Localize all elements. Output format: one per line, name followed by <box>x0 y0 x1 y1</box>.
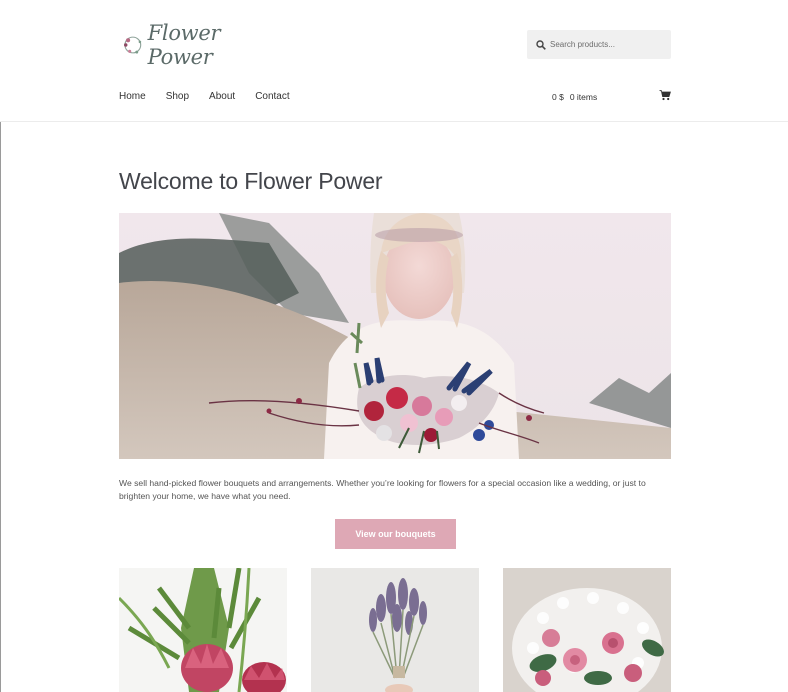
nav-item-shop[interactable]: Shop <box>166 91 189 102</box>
nav-item-contact[interactable]: Contact <box>255 91 289 102</box>
site-header: Flower Power Home Shop About Contact 0 $… <box>0 0 788 122</box>
primary-navigation: Home Shop About Contact <box>119 91 310 102</box>
nav-item-home[interactable]: Home <box>119 91 146 102</box>
hero-image <box>119 213 671 459</box>
site-logo[interactable]: Flower Power <box>121 21 261 69</box>
cart-amount: 0 $ <box>552 92 564 102</box>
cart-icon[interactable] <box>659 89 671 101</box>
search-input[interactable] <box>550 40 665 49</box>
view-bouquets-button[interactable]: View our bouquets <box>335 519 456 549</box>
search-icon <box>536 39 546 50</box>
wreath-icon <box>123 36 142 54</box>
intro-paragraph: We sell hand-picked flower bouquets and … <box>119 478 646 501</box>
nav-item-about[interactable]: About <box>209 91 235 102</box>
cart-item-count: 0 items <box>569 92 598 102</box>
product-search <box>527 30 671 59</box>
cart-summary[interactable]: 0 $ 0 items <box>552 92 597 102</box>
logo-text: Flower Power <box>147 21 221 69</box>
product-image-lavender-bunch[interactable] <box>311 568 479 692</box>
page-title: Welcome to Flower Power <box>119 168 383 194</box>
product-image-rose-bouquet[interactable] <box>503 568 671 692</box>
product-image-protea-bouquet[interactable] <box>119 568 287 692</box>
